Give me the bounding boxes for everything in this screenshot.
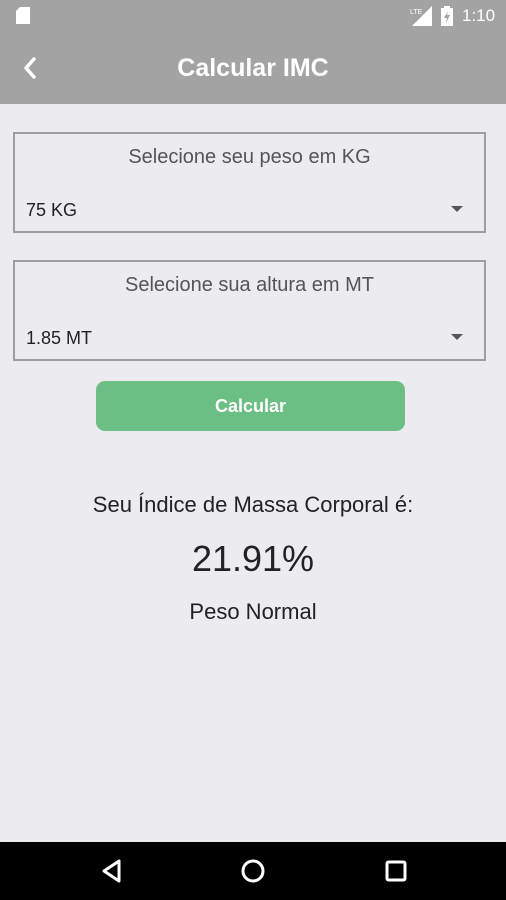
height-picker[interactable]: Selecione sua altura em MT 1.85 MT (13, 260, 486, 361)
status-bar: LTE 1:10 (0, 0, 506, 32)
dropdown-arrow-icon[interactable] (451, 334, 463, 340)
result-label: Seu Índice de Massa Corporal é: (92, 492, 414, 517)
weight-picker-label: Selecione seu peso em KG (128, 146, 371, 168)
nav-recents-icon[interactable] (378, 854, 414, 888)
chevron-left-icon (24, 57, 36, 79)
weight-selected-value[interactable]: 75 KG (26, 200, 77, 221)
sd-card-icon (16, 7, 30, 24)
height-picker-label: Selecione sua altura em MT (124, 274, 374, 296)
back-button[interactable] (10, 46, 50, 90)
navigation-bar (0, 842, 506, 900)
page-title: Calcular IMC (177, 54, 329, 82)
dropdown-arrow-icon[interactable] (451, 206, 463, 212)
battery-icon (441, 6, 453, 26)
nav-back-icon[interactable] (94, 854, 130, 888)
signal-icon: LTE (410, 6, 432, 26)
bmi-value: 21.91% (191, 538, 315, 579)
status-time: 1:10 (462, 6, 496, 25)
calculate-button[interactable]: Calcular (96, 381, 405, 431)
height-selected-value[interactable]: 1.85 MT (26, 328, 92, 349)
nav-home-icon[interactable] (235, 854, 271, 888)
weight-picker[interactable]: Selecione seu peso em KG 75 KG (13, 132, 486, 233)
bmi-classification: Peso Normal (189, 599, 317, 624)
svg-text:LTE: LTE (410, 9, 423, 16)
app-bar: Calcular IMC (0, 32, 506, 104)
